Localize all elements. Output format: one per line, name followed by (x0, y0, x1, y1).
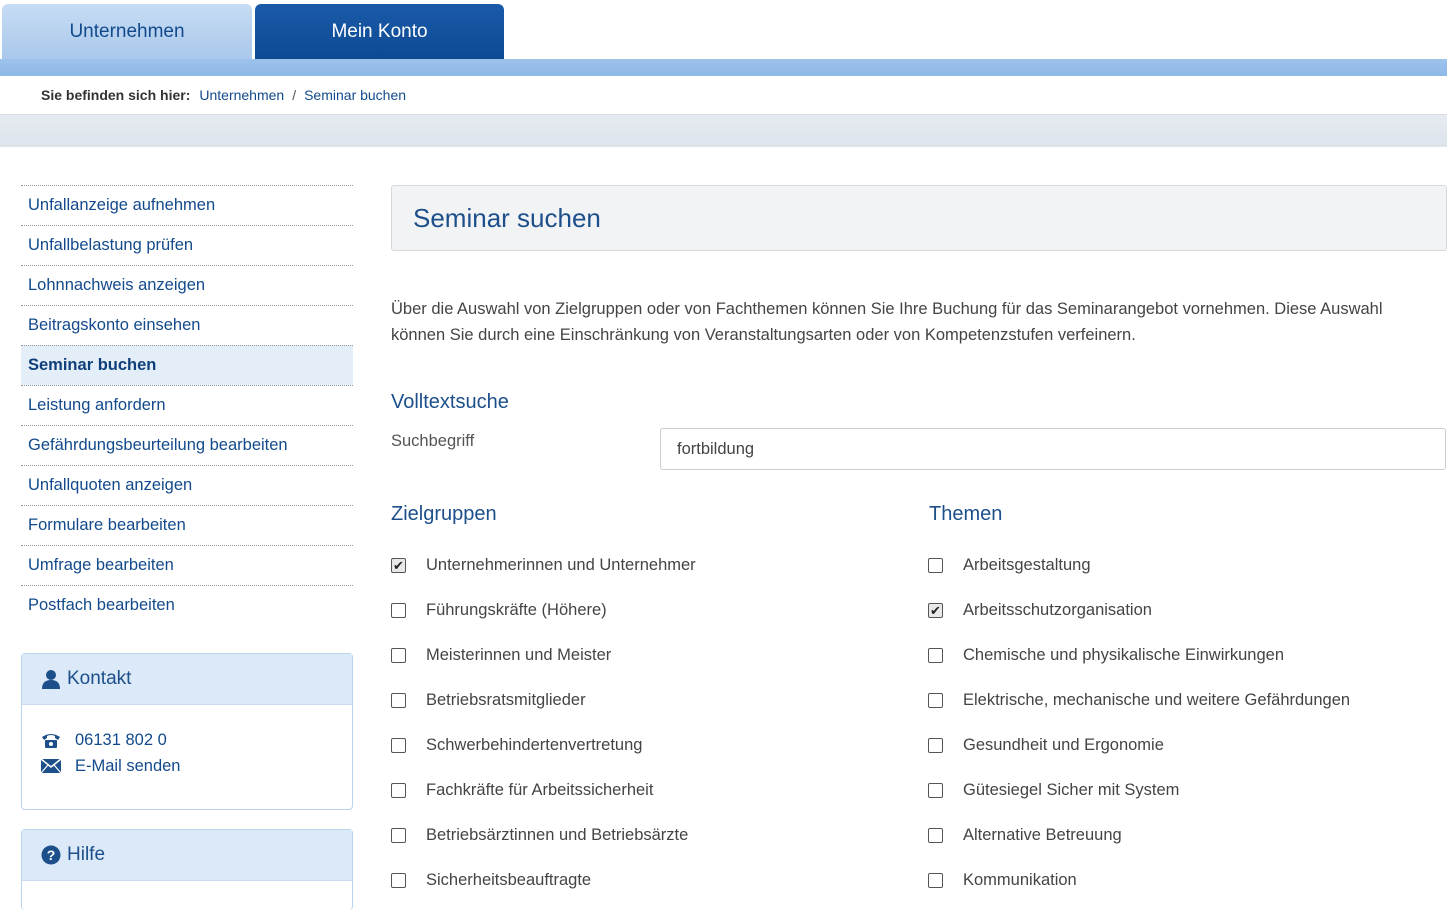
thema-checkbox[interactable]: ✔ (928, 603, 943, 618)
thema-checkbox-row[interactable]: Elektrische, mechanische und weitere Gef… (928, 678, 1350, 723)
zielgruppe-checkbox[interactable] (391, 873, 406, 888)
sidebar-item-unfallquoten[interactable]: Unfallquoten anzeigen (21, 465, 353, 505)
zielgruppe-checkbox[interactable] (391, 828, 406, 843)
sidebar-item-unfallanzeige[interactable]: Unfallanzeige aufnehmen (21, 185, 353, 225)
zielgruppe-checkbox-label: Führungskräfte (Höhere) (426, 601, 607, 619)
thema-checkbox[interactable] (928, 693, 943, 708)
zielgruppe-checkbox[interactable] (391, 693, 406, 708)
kontakt-email-row[interactable]: E-Mail senden (41, 753, 352, 779)
zielgruppe-checkbox[interactable] (391, 648, 406, 663)
sidebar-item-lohnnachweis[interactable]: Lohnnachweis anzeigen (21, 265, 353, 305)
zielgruppe-checkbox[interactable] (391, 738, 406, 753)
thema-checkbox-row[interactable]: Alternative Betreuung (928, 813, 1350, 858)
kontakt-box: Kontakt 06131 802 0 E-Mail senden (21, 653, 353, 810)
zielgruppe-checkbox-row[interactable]: Sicherheitsbeauftragte (391, 858, 696, 903)
zielgruppe-checkbox-label: Meisterinnen und Meister (426, 646, 612, 664)
zielgruppe-checkbox-label: Unternehmerinnen und Unternehmer (426, 556, 696, 574)
zielgruppe-checkbox[interactable] (391, 783, 406, 798)
thema-checkbox-row[interactable]: ✔ Arbeitsschutzorganisation (928, 588, 1350, 633)
header-band (0, 115, 1447, 147)
thema-checkbox-row[interactable]: Gesundheit und Ergonomie (928, 723, 1350, 768)
thema-checkbox-label: Arbeitsgestaltung (963, 556, 1091, 574)
zielgruppen-list: ✔ Unternehmerinnen und Unternehmer Führung… (391, 543, 696, 903)
tab-mein-konto[interactable]: Mein Konto (255, 4, 504, 60)
zielgruppe-checkbox-row[interactable]: Schwerbehindertenvertretung (391, 723, 696, 768)
hilfe-header[interactable]: ? Hilfe (22, 830, 352, 881)
intro-text: Über die Auswahl von Zielgruppen oder vo… (391, 300, 1383, 344)
zielgruppe-checkbox-row[interactable]: Meisterinnen und Meister (391, 633, 696, 678)
thema-checkbox-label: Chemische und physikalische Einwirkungen (963, 646, 1285, 664)
kontakt-email-link[interactable]: E-Mail senden (75, 757, 180, 776)
thema-checkbox-label: Gesundheit und Ergonomie (963, 736, 1164, 754)
zielgruppe-checkbox-label: Betriebsratsmitglieder (426, 691, 586, 709)
breadcrumb-link-seminar-buchen[interactable]: Seminar buchen (304, 87, 406, 103)
suchbegriff-input[interactable] (660, 428, 1446, 470)
zielgruppe-checkbox[interactable]: ✔ (391, 558, 406, 573)
breadcrumb-separator: / (292, 87, 297, 103)
header-stripe (0, 59, 1447, 76)
sidebar-item-beitragskonto[interactable]: Beitragskonto einsehen (21, 305, 353, 345)
breadcrumb-link-unternehmen[interactable]: Unternehmen (199, 87, 284, 103)
themen-title: Themen (929, 503, 1003, 525)
zielgruppe-checkbox-label: Sicherheitsbeauftragte (426, 871, 592, 889)
breadcrumb-label: Sie befinden sich hier: (41, 87, 191, 103)
zielgruppe-checkbox-row[interactable]: Führungskräfte (Höhere) (391, 588, 696, 633)
thema-checkbox[interactable] (928, 648, 943, 663)
thema-checkbox[interactable] (928, 828, 943, 843)
phone-icon (41, 732, 75, 748)
thema-checkbox-row[interactable]: Arbeitsgestaltung (928, 543, 1350, 588)
zielgruppe-checkbox-row[interactable]: ✔ Unternehmerinnen und Unternehmer (391, 543, 696, 588)
kontakt-header: Kontakt (22, 654, 352, 705)
zielgruppe-checkbox-row[interactable]: Betriebsärztinnen und Betriebsärzte (391, 813, 696, 858)
checkmark-icon: ✔ (393, 558, 404, 573)
sidebar-nav: Unfallanzeige aufnehmen Unfallbelastung … (21, 185, 353, 625)
suchbegriff-label: Suchbegriff (391, 432, 475, 450)
sidebar-item-umfrage[interactable]: Umfrage bearbeiten (21, 545, 353, 585)
kontakt-phone-row[interactable]: 06131 802 0 (41, 727, 352, 753)
thema-checkbox-row[interactable]: Chemische und physikalische Einwirkungen (928, 633, 1350, 678)
kontakt-phone[interactable]: 06131 802 0 (75, 731, 167, 750)
thema-checkbox[interactable] (928, 738, 943, 753)
zielgruppe-checkbox-label: Betriebsärztinnen und Betriebsärzte (426, 826, 689, 844)
zielgruppe-checkbox-label: Schwerbehindertenvertretung (426, 736, 643, 754)
sidebar-item-formulare[interactable]: Formulare bearbeiten (21, 505, 353, 545)
thema-checkbox[interactable] (928, 783, 943, 798)
sidebar-item-gefaehrdungsbeurteilung[interactable]: Gefährdungsbeurteilung bearbeiten (21, 425, 353, 465)
sidebar-item-leistung[interactable]: Leistung anfordern (21, 385, 353, 425)
zielgruppe-checkbox-row[interactable]: Fachkräfte für Arbeitssicherheit (391, 768, 696, 813)
zielgruppe-checkbox[interactable] (391, 603, 406, 618)
sidebar-item-postfach[interactable]: Postfach bearbeiten (21, 585, 353, 625)
themen-list: Arbeitsgestaltung ✔ Arbeitsschutzorganisat… (928, 543, 1350, 903)
svg-text:?: ? (47, 847, 56, 863)
sidebar-item-seminar-buchen[interactable]: Seminar buchen (21, 345, 353, 385)
zielgruppen-title: Zielgruppen (391, 503, 497, 525)
envelope-icon (41, 759, 75, 773)
zielgruppe-checkbox-row[interactable]: Betriebsratsmitglieder (391, 678, 696, 723)
hilfe-box: ? Hilfe (21, 829, 353, 910)
breadcrumb: Sie befinden sich hier: Unternehmen / Se… (0, 76, 1447, 115)
page-title: Seminar suchen (391, 185, 1447, 251)
volltext-title: Volltextsuche (391, 391, 509, 413)
thema-checkbox[interactable] (928, 558, 943, 573)
thema-checkbox-label: Alternative Betreuung (963, 826, 1122, 844)
thema-checkbox-label: Arbeitsschutzorganisation (963, 601, 1152, 619)
thema-checkbox-label: Elektrische, mechanische und weitere Gef… (963, 691, 1351, 709)
sidebar-item-unfallbelastung[interactable]: Unfallbelastung prüfen (21, 225, 353, 265)
question-circle-icon: ? (41, 845, 61, 865)
user-icon (41, 669, 61, 689)
tab-unternehmen[interactable]: Unternehmen (2, 4, 252, 60)
top-navigation: Unternehmen Mein Konto (0, 0, 1447, 60)
zielgruppe-checkbox-label: Fachkräfte für Arbeitssicherheit (426, 781, 654, 799)
thema-checkbox-label: Kommunikation (963, 871, 1077, 889)
thema-checkbox-label: Gütesiegel Sicher mit System (963, 781, 1180, 799)
thema-checkbox[interactable] (928, 873, 943, 888)
main-content: Seminar suchen Über die Auswahl von Ziel… (391, 185, 1447, 889)
kontakt-title: Kontakt (67, 668, 132, 689)
thema-checkbox-row[interactable]: Gütesiegel Sicher mit System (928, 768, 1350, 813)
hilfe-title: Hilfe (67, 844, 106, 865)
checkmark-icon: ✔ (930, 603, 941, 618)
thema-checkbox-row[interactable]: Kommunikation (928, 858, 1350, 903)
